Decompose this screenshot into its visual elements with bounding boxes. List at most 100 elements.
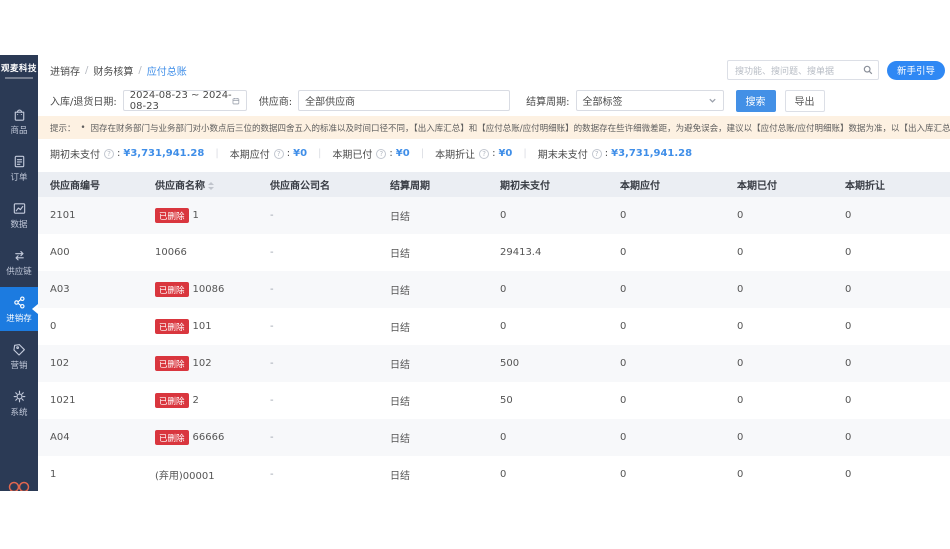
cell-supplier-name: 已删除 2 (143, 393, 258, 408)
help-question-icon[interactable]: ? (479, 149, 489, 159)
cell-current-paid: 0 (725, 358, 833, 369)
breadcrumb: 进销存 / 财务核算 / 应付总账 (50, 63, 187, 78)
sidebar-item-marketing[interactable]: 营销 (0, 334, 38, 378)
help-question-icon[interactable]: ? (274, 149, 284, 159)
stat-colon: : (605, 148, 608, 159)
breadcrumb-inventory[interactable]: 进销存 (50, 63, 80, 78)
cell-settlement-cycle: 日结 (378, 467, 488, 482)
col-current-discount: 本期折让 (833, 177, 950, 192)
payable-ledger-table: 供应商编号 供应商名称 供应商公司名 结算周期 期初未支付 本期应付 本期已付 … (38, 172, 950, 491)
cell-opening-unpaid: 0 (488, 469, 608, 480)
deleted-badge: 已删除 (155, 208, 189, 223)
breadcrumb-finance[interactable]: 财务核算 (93, 63, 133, 78)
cell-supplier-code: 2101 (38, 210, 143, 221)
logo-subtitle-line (5, 77, 33, 79)
beginner-guide-button[interactable]: 新手引导 (887, 61, 945, 80)
stat-label: 本期已付 (332, 146, 372, 161)
cell-supplier-company: - (258, 432, 378, 443)
sort-icon[interactable] (208, 182, 214, 190)
settlement-cycle-select[interactable]: 全部标签 (576, 90, 724, 111)
table-row: A03 已删除 10086 - 日结 0 0 0 0 (38, 271, 950, 308)
cell-current-payable: 0 (608, 247, 725, 258)
stat-colon: : (117, 148, 120, 159)
col-supplier-name[interactable]: 供应商名称 (143, 177, 258, 192)
deleted-badge: 已删除 (155, 356, 189, 371)
bag-icon (12, 107, 27, 122)
cell-current-payable: 0 (608, 358, 725, 369)
sidebar-item-goods[interactable]: 商品 (0, 99, 38, 143)
cell-current-payable: 0 (608, 321, 725, 332)
cell-opening-unpaid: 0 (488, 210, 608, 221)
deleted-badge: 已删除 (155, 393, 189, 408)
cell-current-payable: 0 (608, 210, 725, 221)
supplier-filter-label: 供应商: (259, 93, 292, 108)
cell-supplier-name: 已删除 66666 (143, 430, 258, 445)
chart-icon (12, 201, 27, 216)
sidebar-item-orders[interactable]: 订单 (0, 146, 38, 190)
col-current-payable: 本期应付 (608, 177, 725, 192)
notice-text: 因存在财务部门与业务部门对小数点后三位的数据四舍五入的标准以及时间口径不同，【出… (91, 122, 950, 134)
help-question-icon[interactable]: ? (104, 149, 114, 159)
search-placeholder: 搜功能、搜问题、搜单据 (735, 64, 863, 77)
active-notch (32, 304, 38, 314)
notice-bar: 提示： • 因存在财务部门与业务部门对小数点后三位的数据四舍五入的标准以及时间口… (38, 116, 950, 139)
page-canvas: 观麦科技 商品 订单 (0, 0, 950, 549)
cell-current-discount: 0 (833, 247, 950, 258)
cell-supplier-code: A04 (38, 432, 143, 443)
cell-current-payable: 0 (608, 469, 725, 480)
stat-value: ¥0 (498, 148, 512, 159)
stat-label: 本期应付 (230, 146, 270, 161)
cell-supplier-company: - (258, 469, 378, 480)
table-row: 1021 已删除 2 - 日结 50 0 0 0 (38, 382, 950, 419)
stat-value: ¥0 (396, 148, 410, 159)
search-button[interactable]: 搜索 (736, 90, 776, 112)
cell-current-paid: 0 (725, 284, 833, 295)
cell-current-discount: 0 (833, 469, 950, 480)
table-row: A04 已删除 66666 - 日结 0 0 0 0 (38, 419, 950, 456)
sidebar-item-inventory[interactable]: 进销存 (0, 287, 38, 331)
cell-supplier-name: 10066 (143, 247, 258, 258)
sidebar-nav: 商品 订单 数据 (0, 99, 38, 428)
cell-current-paid: 0 (725, 432, 833, 443)
cell-supplier-code: A00 (38, 247, 143, 258)
help-question-icon[interactable]: ? (376, 149, 386, 159)
table-row: 102 已删除 102 - 日结 500 0 0 0 (38, 345, 950, 382)
sidebar-item-supply-chain[interactable]: 供应链 (0, 240, 38, 284)
help-question-icon[interactable]: ? (592, 149, 602, 159)
share-icon (12, 295, 27, 310)
sidebar-item-data[interactable]: 数据 (0, 193, 38, 237)
stat-item: 本期应付 ? : ¥0 (230, 146, 333, 161)
cell-current-payable: 0 (608, 432, 725, 443)
cell-current-paid: 0 (725, 469, 833, 480)
chevron-down-icon (708, 96, 717, 105)
search-icon[interactable] (863, 65, 873, 75)
supplier-value: 全部供应商 (305, 93, 355, 108)
col-opening-unpaid: 期初未支付 (488, 177, 608, 192)
topbar: 进销存 / 财务核算 / 应付总账 搜功能、搜问题、搜单据 新手引导 (38, 55, 950, 85)
cell-current-discount: 0 (833, 432, 950, 443)
tag-icon (12, 342, 27, 357)
app-window: 观麦科技 商品 订单 (0, 55, 950, 491)
date-range-input[interactable]: 2024-08-23 ~ 2024-08-23 (123, 90, 247, 111)
col-supplier-code: 供应商编号 (38, 177, 143, 192)
calendar-icon[interactable] (232, 96, 240, 106)
cell-supplier-company: - (258, 395, 378, 406)
sidebar-item-system[interactable]: 系统 (0, 381, 38, 425)
supplier-input[interactable]: 全部供应商 (298, 90, 510, 111)
export-button[interactable]: 导出 (785, 90, 825, 112)
stat-label: 期末未支付 (538, 146, 588, 161)
cell-opening-unpaid: 0 (488, 284, 608, 295)
logo-title: 观麦科技 (0, 62, 38, 74)
stat-value: ¥3,731,941.28 (123, 148, 204, 159)
deleted-badge: 已删除 (155, 282, 189, 297)
summary-stats: 期初未支付 ? : ¥3,731,941.28 本期应付 ? : ¥0 本期已付 (38, 139, 950, 168)
cell-current-paid: 0 (725, 321, 833, 332)
breadcrumb-separator: / (138, 65, 141, 76)
cell-supplier-code: 1 (38, 469, 143, 480)
deleted-badge: 已删除 (155, 319, 189, 334)
cell-settlement-cycle: 日结 (378, 319, 488, 334)
global-search-input[interactable]: 搜功能、搜问题、搜单据 (727, 60, 879, 80)
filter-bar: 入库/退货日期: 2024-08-23 ~ 2024-08-23 供应商: 全部… (38, 85, 950, 116)
cell-current-paid: 0 (725, 247, 833, 258)
rings-icon[interactable] (7, 477, 31, 491)
